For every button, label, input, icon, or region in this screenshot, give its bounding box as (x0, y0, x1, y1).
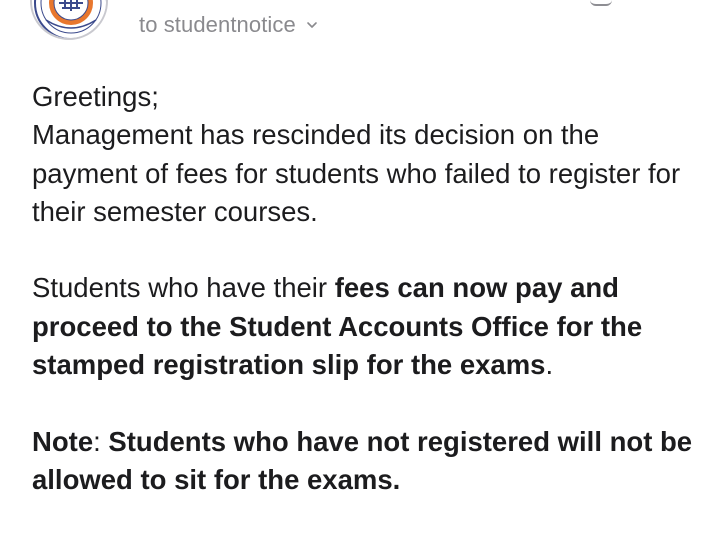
note-label: Note (32, 425, 94, 457)
email-body: Greetings; Management has rescinded its … (32, 78, 704, 499)
status-indicator (590, 0, 612, 6)
chevron-down-icon[interactable] (306, 19, 318, 31)
email-header: to studentnotice (0, 0, 720, 60)
note-colon: : (93, 425, 109, 457)
paragraph-2-lead: Students who have their (32, 272, 335, 304)
note-text: Students who have not registered will no… (32, 425, 693, 495)
university-crest-logo-icon (34, 0, 106, 38)
note-paragraph: Note: Students who have not registered w… (32, 423, 704, 500)
paragraph-2-end: . (545, 349, 554, 381)
paragraph-1: Management has rescinded its decision on… (32, 119, 681, 227)
sender-avatar[interactable] (30, 0, 108, 40)
recipient-name: studentnotice (163, 12, 296, 37)
greeting-text: Greetings; (32, 81, 159, 112)
recipient-prefix: to (139, 12, 158, 37)
recipient-dropdown[interactable]: to studentnotice (139, 12, 318, 38)
paragraph-2: Students who have their fees can now pay… (32, 269, 704, 384)
